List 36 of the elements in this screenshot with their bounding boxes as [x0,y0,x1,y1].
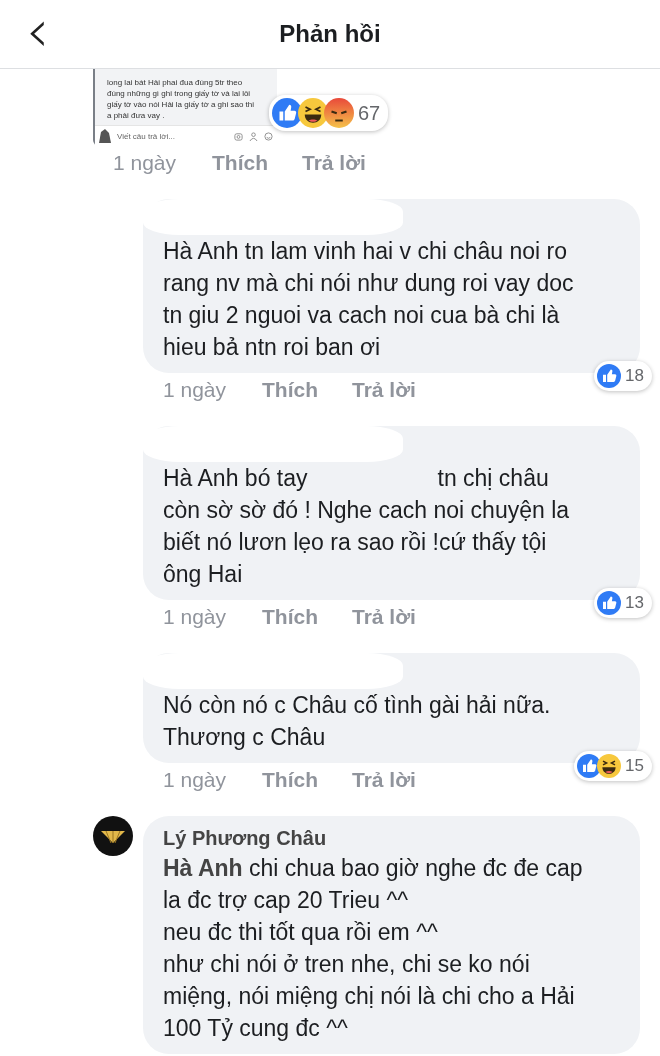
comment-text: Hà Anh chi chua bao giờ nghe đc đe cap la đc trợ cap 20 Trieu ^^ neu đc thi tốt qua rồi em ^^ như chi nói ở tren nhe, chi se ko nói miệng, nói miệng chị nói là chi cho a Hải 100 Tỷ cung đc ^^ [163,854,584,1043]
reaction-count: 13 [625,593,644,613]
comment-time: 1 ngày [163,378,228,402]
reaction-summary[interactable]: 13 [594,588,652,618]
screenshot-text: đúng những gì ghi trong giấy tờ và lai lôi [107,88,251,99]
comment-text: Nó còn nó c Châu cố tình gài hải nữa. Thương c Châu [163,691,552,752]
reply-link[interactable]: Trả lời [352,768,442,792]
comment-time: 1 ngày [113,151,178,175]
smiley-icon [264,131,273,141]
like-link[interactable]: Thích [262,378,352,402]
back-button[interactable]: ‹ [18,6,58,56]
screenshot-text: giấy tờ vào nói Hải la giấy tờ a ghi sao thi [107,99,254,110]
comment-time: 1 ngày [163,768,228,792]
reaction-count: 18 [625,366,644,386]
reaction-summary[interactable]: 15 [574,751,652,781]
author-name[interactable]: Lý Phương Châu [163,824,620,852]
screenshot-text: long lai bát Hải phai đua đúng 5tr theo [107,77,243,88]
reply-link[interactable]: Trả lời [302,151,392,175]
reaction-summary[interactable]: 18 [594,361,652,391]
camera-icon [234,131,243,141]
page-title: Phản hồi [279,20,381,48]
reaction-count: 67 [358,101,381,125]
reply-link[interactable]: Trả lời [352,605,442,629]
comment-text: Hà Anh bó tay tn chị châu còn sờ sờ đó ! Nghe cach noi chuyện la biết nó lươn lẹo ra sao rồi !cứ thấy tội ông Hai [163,464,571,589]
like-link[interactable]: Thích [262,605,352,629]
comment-time: 1 ngày [163,605,228,629]
reaction-summary[interactable]: 67 [269,95,389,131]
like-link[interactable]: Thích [212,151,302,175]
avatar-icon [99,129,111,143]
reply-link[interactable]: Trả lời [352,378,442,402]
like-link[interactable]: Thích [262,768,352,792]
comment-text: Hà Anh tn lam vinh hai v chi châu noi ro rang nv mà chi nói như dung roi vay doc tn giu 2 nguoi va cach noi cua bà chi là hieu bả ntn roi ban ơi [163,237,575,362]
avatar[interactable] [93,816,133,856]
person-icon [249,131,258,141]
screenshot-text: a phải đưa vay . [107,110,165,121]
reaction-count: 15 [625,756,644,776]
